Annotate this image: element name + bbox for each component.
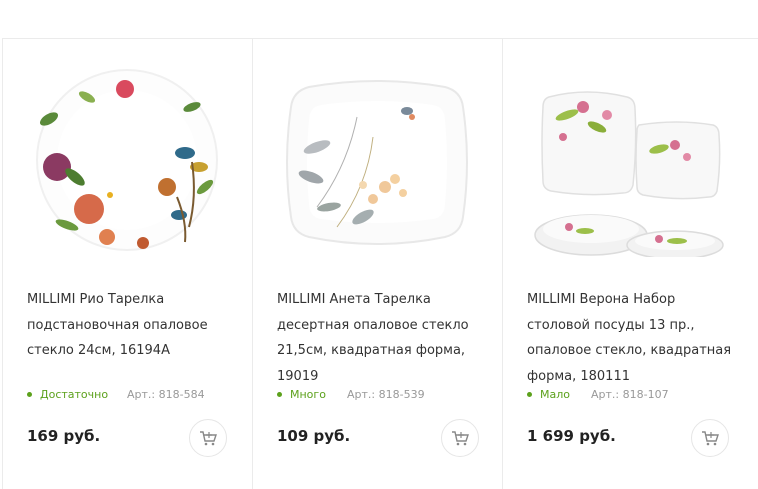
stock-status: Много [277,388,326,401]
product-card[interactable]: MILLIMI Верона Набор столовой посуды 13 … [503,39,757,489]
product-image[interactable] [27,67,227,257]
cart-plus-icon [200,431,217,446]
article-number: Арт.: 818-107 [591,388,669,401]
square-floral-plate-icon [286,80,468,245]
product-image[interactable] [277,67,477,257]
cart-plus-icon [702,431,719,446]
stock-dot-icon [27,392,32,397]
product-title[interactable]: MILLIMI Верона Набор столовой посуды 13 … [527,287,737,389]
article-number: Арт.: 818-539 [347,388,425,401]
product-title[interactable]: MILLIMI Анета Тарелка десертная опаловое… [277,287,487,389]
product-price: 109 руб. [277,427,351,445]
product-title[interactable]: MILLIMI Рио Тарелка подстановочная опало… [27,287,237,364]
stock-label: Много [290,388,326,401]
add-to-cart-button[interactable] [441,419,479,457]
product-price: 1 699 руб. [527,427,616,445]
stock-status: Достаточно [27,388,108,401]
stock-dot-icon [527,392,532,397]
round-floral-plate-icon [36,69,218,251]
product-card[interactable]: MILLIMI Анета Тарелка десертная опаловое… [253,39,503,489]
stock-dot-icon [277,392,282,397]
product-image[interactable] [527,67,727,260]
stock-label: Мало [540,388,570,401]
dinnerware-set-icon [534,91,724,260]
product-price: 169 руб. [27,427,101,445]
add-to-cart-button[interactable] [691,419,729,457]
add-to-cart-button[interactable] [189,419,227,457]
stock-label: Достаточно [40,388,109,401]
stock-status: Мало [527,388,570,401]
product-grid: MILLIMI Рио Тарелка подстановочная опало… [2,38,758,489]
product-card[interactable]: MILLIMI Рио Тарелка подстановочная опало… [3,39,253,489]
article-number: Арт.: 818-584 [127,388,205,401]
cart-plus-icon [452,431,469,446]
